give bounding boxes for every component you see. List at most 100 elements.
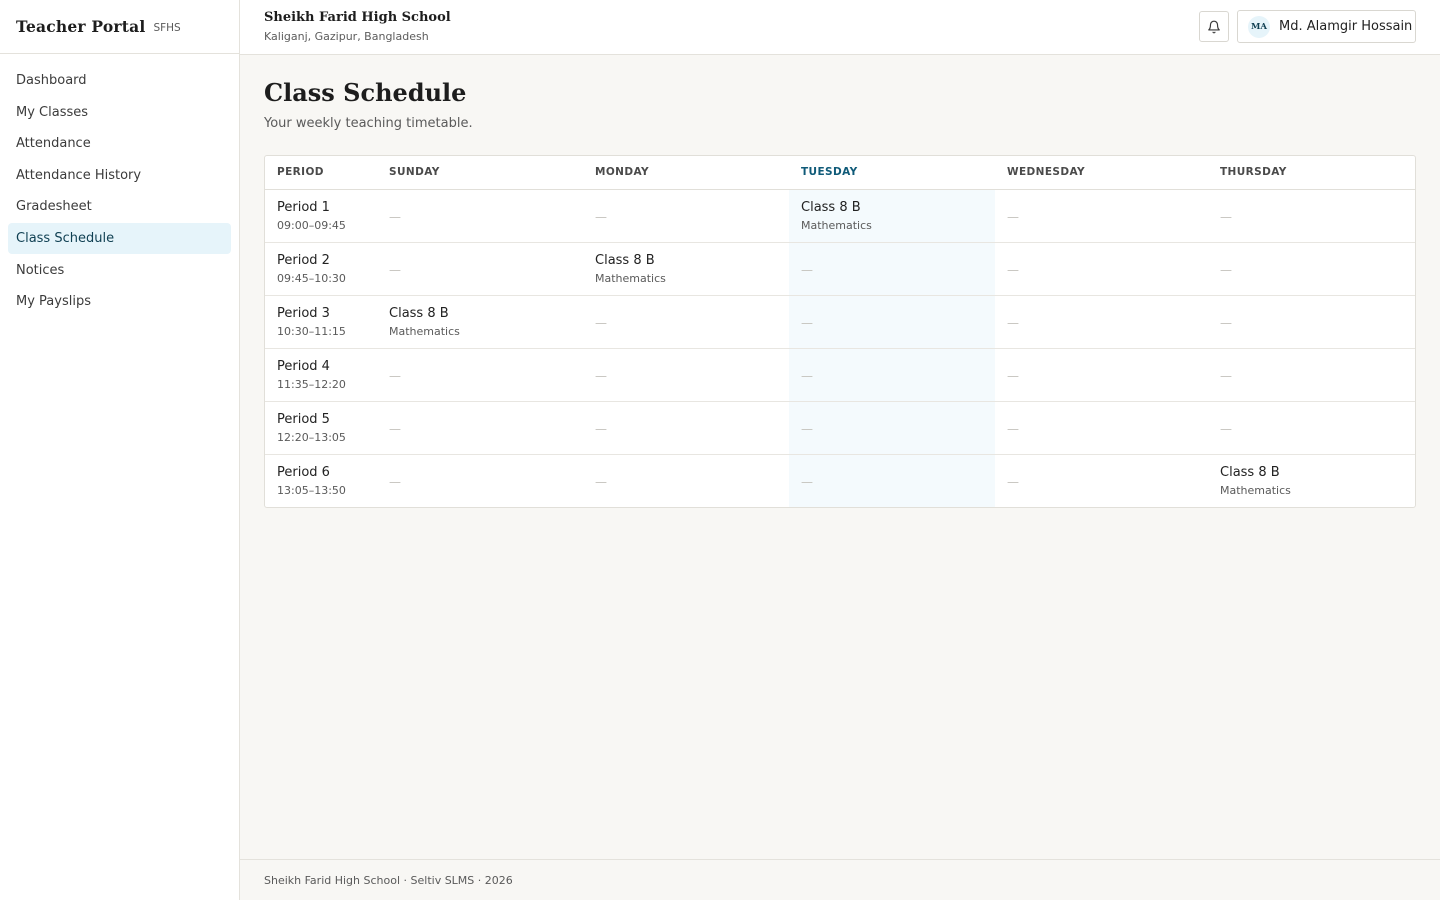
sidebar-item-gradesheet[interactable]: Gradesheet <box>8 191 231 222</box>
period-cell: Period 1 09:00–09:45 <box>265 189 377 243</box>
schedule-cell: — <box>789 348 995 402</box>
table-row: Period 4 11:35–12:20 — — — — — <box>265 348 1415 402</box>
footer: Sheikh Farid High School · Seltiv SLMS ·… <box>240 859 1440 900</box>
period-time: 09:45–10:30 <box>277 271 346 285</box>
empty-slot: — <box>595 422 607 436</box>
schedule-cell: — <box>995 454 1208 507</box>
schedule-header-row: PERIOD SUNDAY MONDAY TUESDAY WEDNESDAY THURSD… <box>265 156 1415 190</box>
period-time: 09:00–09:45 <box>277 218 346 232</box>
top-header: Sheikh Farid High School Kaliganj, Gazip… <box>240 0 1440 55</box>
schedule-cell: — <box>995 348 1208 402</box>
schedule-cell: — <box>995 401 1208 455</box>
schedule-cell: — <box>583 401 789 455</box>
period-cell: Period 6 13:05–13:50 <box>265 454 377 507</box>
brand-title: Teacher Portal <box>16 17 146 36</box>
schedule-table: PERIOD SUNDAY MONDAY TUESDAY WEDNESDAY THURSD… <box>264 155 1416 508</box>
period-time: 10:30–11:15 <box>277 324 346 338</box>
schedule-cell: — <box>789 454 995 507</box>
sidebar-nav: Dashboard My Classes Attendance Attendance … <box>0 54 239 317</box>
schedule-cell: — <box>789 295 995 349</box>
empty-slot: — <box>389 475 401 490</box>
period-name: Period 3 <box>277 305 330 321</box>
user-name: Md. Alamgir Hossain <box>1279 19 1413 34</box>
school-name: Sheikh Farid High School <box>264 10 451 25</box>
user-menu-button[interactable]: MA Md. Alamgir Hossain <box>1237 10 1416 43</box>
sidebar-item-my-classes[interactable]: My Classes <box>8 97 231 128</box>
period-name: Period 4 <box>277 358 330 374</box>
empty-slot: — <box>801 316 813 330</box>
schedule-cell: — <box>583 348 789 402</box>
schedule-cell: — <box>1208 295 1415 349</box>
sidebar-item-attendance-history[interactable]: Attendance History <box>8 160 231 191</box>
footer-text: Sheikh Farid High School · Seltiv SLMS ·… <box>264 873 513 887</box>
table-row: Period 5 12:20–13:05 — — — — — <box>265 401 1415 455</box>
table-row: Period 2 09:45–10:30 — Class 8 B Mathematics… <box>265 242 1415 296</box>
column-header-tuesday: TUESDAY <box>789 156 995 190</box>
schedule-cell: — <box>583 189 789 243</box>
empty-slot: — <box>595 369 607 383</box>
period-name: Period 1 <box>277 199 330 215</box>
class-subject: Mathematics <box>595 271 666 285</box>
schedule-cell: — <box>583 454 789 507</box>
schedule-cell: — <box>377 189 583 243</box>
table-row: Period 1 09:00–09:45 — — Class 8 B Mathematic… <box>265 189 1415 243</box>
empty-slot: — <box>1220 369 1232 383</box>
sidebar-item-class-schedule[interactable]: Class Schedule <box>8 222 231 254</box>
empty-slot: — <box>1007 369 1019 383</box>
empty-slot: — <box>1007 263 1019 277</box>
class-name: Class 8 B <box>1220 464 1280 480</box>
schedule-cell: — <box>789 401 995 455</box>
schedule-cell[interactable]: Class 8 B Mathematics <box>583 242 789 296</box>
table-row: Period 3 10:30–11:15 Class 8 B Mathematics —… <box>265 295 1415 349</box>
period-cell: Period 2 09:45–10:30 <box>265 242 377 296</box>
notifications-button[interactable] <box>1199 11 1229 42</box>
class-name: Class 8 B <box>389 305 449 321</box>
page-title: Class Schedule <box>264 78 467 107</box>
schedule-cell: — <box>995 295 1208 349</box>
empty-slot: — <box>389 422 401 436</box>
period-time: 13:05–13:50 <box>277 483 346 497</box>
schedule-cell: — <box>377 454 583 507</box>
empty-slot: — <box>801 422 813 436</box>
school-location: Kaliganj, Gazipur, Bangladesh <box>264 30 429 43</box>
page-subtitle: Your weekly teaching timetable. <box>264 116 473 131</box>
schedule-cell[interactable]: Class 8 B Mathematics <box>1208 454 1415 507</box>
class-subject: Mathematics <box>801 218 872 232</box>
empty-slot: — <box>389 369 401 383</box>
schedule-cell: — <box>1208 189 1415 243</box>
table-row: Period 6 13:05–13:50 — — — — Class 8 B Mathemat… <box>265 454 1415 507</box>
schedule-cell[interactable]: Class 8 B Mathematics <box>377 295 583 349</box>
schedule-cell: — <box>1208 242 1415 296</box>
empty-slot: — <box>389 263 401 277</box>
column-header-wednesday: WEDNESDAY <box>995 156 1208 190</box>
bell-icon <box>1208 20 1220 33</box>
column-header-sunday: SUNDAY <box>377 156 583 190</box>
column-header-monday: MONDAY <box>583 156 789 190</box>
empty-slot: — <box>1007 316 1019 330</box>
class-name: Class 8 B <box>595 252 655 268</box>
period-cell: Period 5 12:20–13:05 <box>265 401 377 455</box>
period-cell: Period 4 11:35–12:20 <box>265 348 377 402</box>
class-subject: Mathematics <box>1220 483 1291 497</box>
empty-slot: — <box>1007 422 1019 436</box>
schedule-cell[interactable]: Class 8 B Mathematics <box>789 189 995 243</box>
sidebar-item-attendance[interactable]: Attendance <box>8 128 231 159</box>
sidebar-item-my-payslips[interactable]: My Payslips <box>8 286 231 317</box>
schedule-cell: — <box>1208 348 1415 402</box>
schedule-cell: — <box>1208 401 1415 455</box>
schedule-cell: — <box>995 242 1208 296</box>
empty-slot: — <box>389 210 401 224</box>
class-name: Class 8 B <box>801 199 861 215</box>
period-name: Period 2 <box>277 252 330 268</box>
period-name: Period 6 <box>277 464 330 480</box>
empty-slot: — <box>1220 316 1232 330</box>
schedule-cell: — <box>377 401 583 455</box>
sidebar-item-notices[interactable]: Notices <box>8 255 231 286</box>
sidebar-item-dashboard[interactable]: Dashboard <box>8 65 231 96</box>
column-header-thursday: THURSDAY <box>1208 156 1415 190</box>
brand: Teacher Portal SFHS <box>0 0 239 54</box>
schedule-cell: — <box>995 189 1208 243</box>
sidebar: Teacher Portal SFHS Dashboard My Classes A… <box>0 0 240 900</box>
empty-slot: — <box>595 210 607 224</box>
period-cell: Period 3 10:30–11:15 <box>265 295 377 349</box>
